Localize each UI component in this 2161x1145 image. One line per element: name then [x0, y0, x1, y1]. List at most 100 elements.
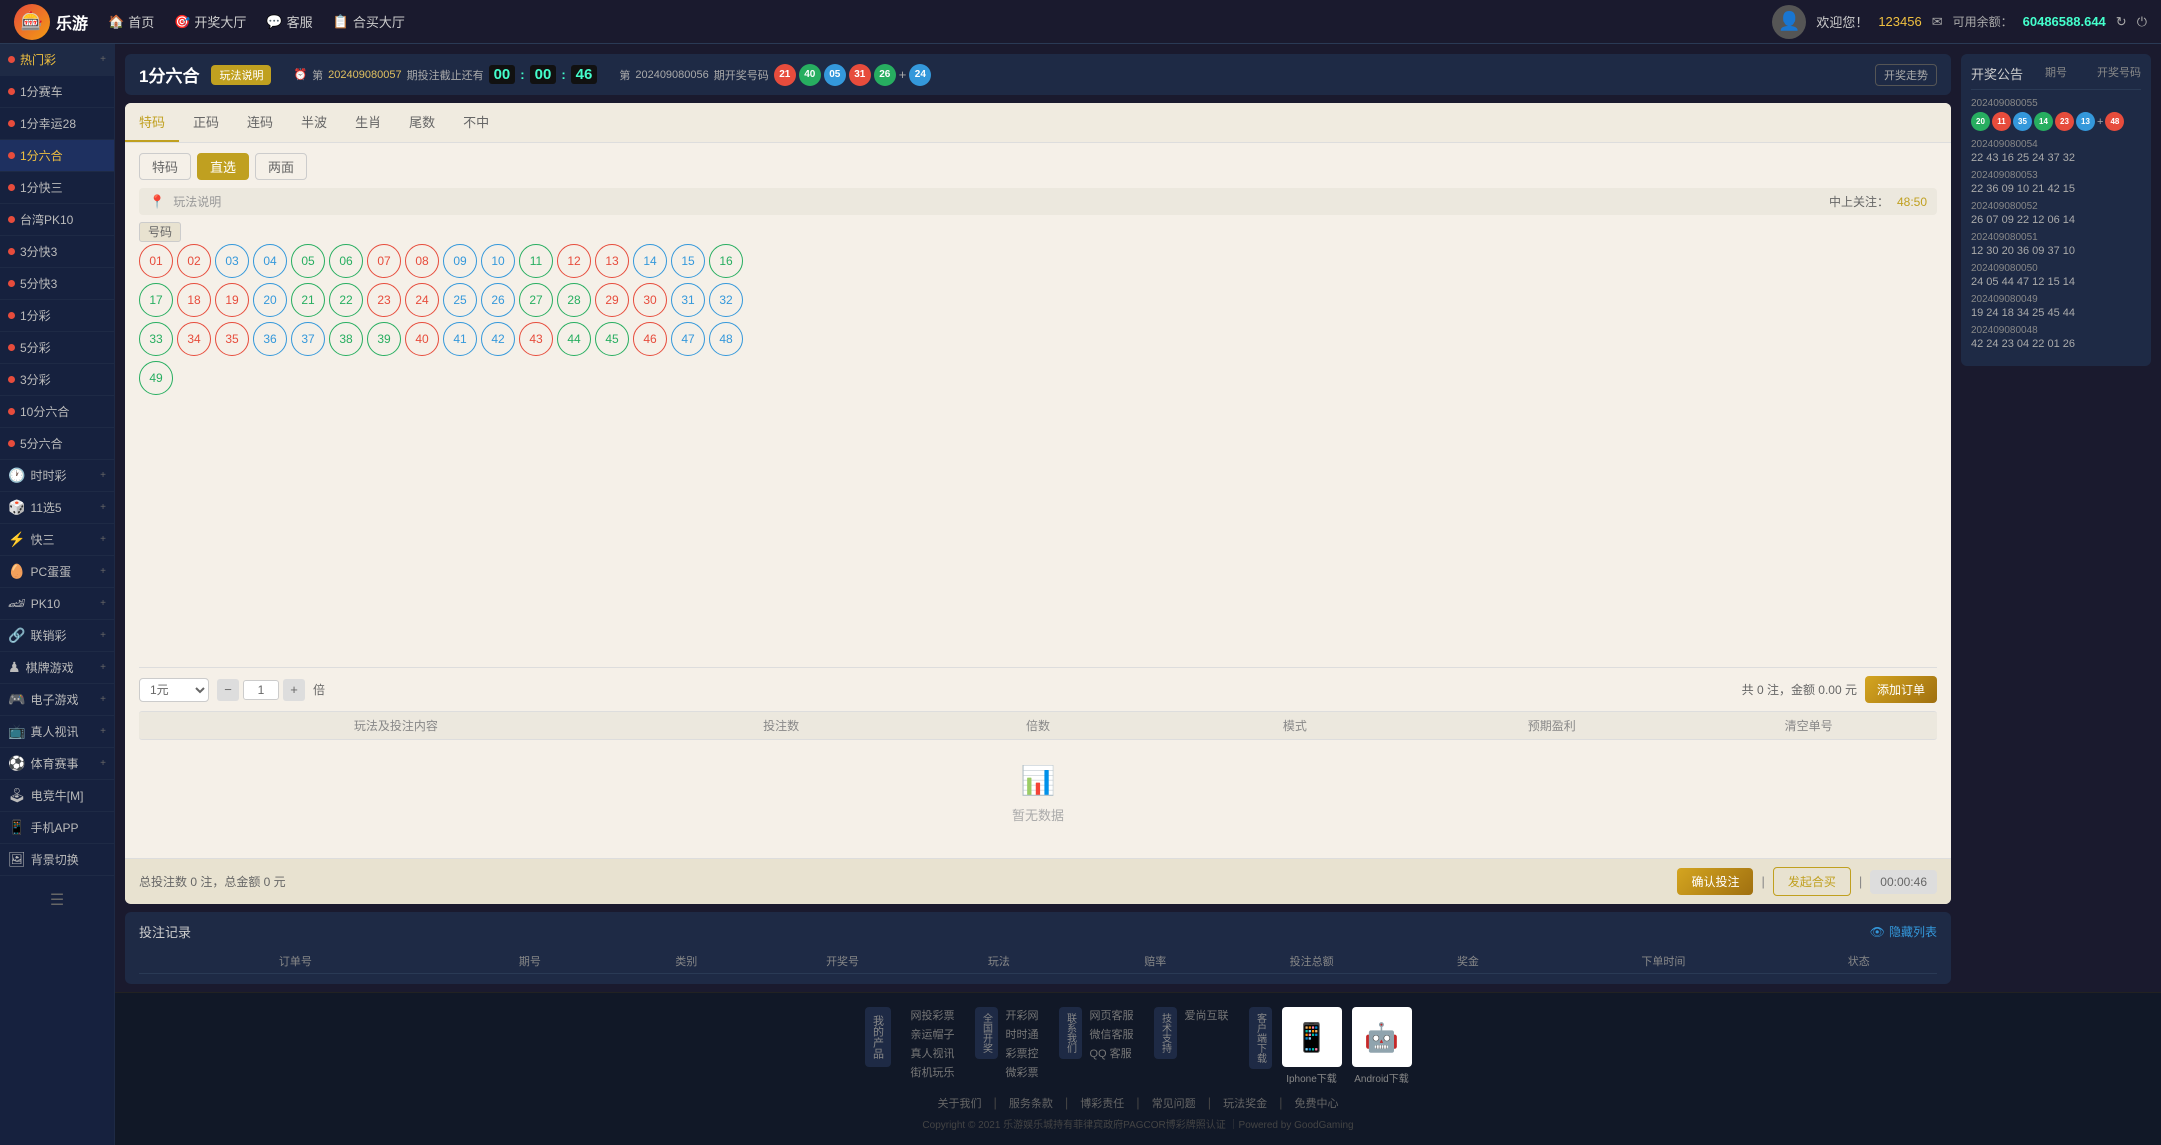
logo[interactable]: 🎰 乐游	[14, 4, 88, 40]
num-17[interactable]: 17	[139, 283, 173, 317]
num-08[interactable]: 08	[405, 244, 439, 278]
num-03[interactable]: 03	[215, 244, 249, 278]
sidebar-item-esports[interactable]: 🕹 电竞牛[M]	[0, 780, 114, 812]
nav-combine[interactable]: 📋 合买大厅	[333, 12, 405, 31]
tab-buzhong[interactable]: 不中	[449, 103, 503, 142]
sidebar-item-10min-liuhe[interactable]: 10分六合	[0, 396, 114, 428]
num-22[interactable]: 22	[329, 283, 363, 317]
trend-button[interactable]: 开奖走势	[1875, 64, 1937, 86]
sidebar-item-hot[interactable]: 热门彩 +	[0, 44, 114, 76]
footer-link-free[interactable]: 免费中心	[1294, 1095, 1338, 1111]
num-35[interactable]: 35	[215, 322, 249, 356]
num-41[interactable]: 41	[443, 322, 477, 356]
sidebar-item-1min-fast3[interactable]: 1分快三	[0, 172, 114, 204]
num-06[interactable]: 06	[329, 244, 363, 278]
sidebar-item-liansale[interactable]: 🔗 联销彩 +	[0, 620, 114, 652]
num-20[interactable]: 20	[253, 283, 287, 317]
num-25[interactable]: 25	[443, 283, 477, 317]
sidebar-item-5min-cai[interactable]: 5分彩	[0, 332, 114, 364]
sidebar-item-sports[interactable]: ⚽ 体育赛事 +	[0, 748, 114, 780]
sidebar-item-tw-pk10[interactable]: 台湾PK10	[0, 204, 114, 236]
num-13[interactable]: 13	[595, 244, 629, 278]
launch-combine-button[interactable]: 发起合买	[1773, 867, 1851, 896]
sidebar-item-shishi[interactable]: 🕐 时时彩 +	[0, 460, 114, 492]
sidebar-item-pc-egg[interactable]: 🥚 PC蛋蛋 +	[0, 556, 114, 588]
qty-increase[interactable]: +	[283, 679, 305, 701]
num-10[interactable]: 10	[481, 244, 515, 278]
num-32[interactable]: 32	[709, 283, 743, 317]
tab-zhengma[interactable]: 正码	[179, 103, 233, 142]
footer-link-about[interactable]: 关于我们	[938, 1095, 982, 1111]
sidebar-item-3min-cai[interactable]: 3分彩	[0, 364, 114, 396]
tab-banbo[interactable]: 半波	[287, 103, 341, 142]
sidebar-item-esports-game[interactable]: 🎮 电子游戏 +	[0, 684, 114, 716]
num-31[interactable]: 31	[671, 283, 705, 317]
sidebar-collapse-btn[interactable]: ☰	[0, 880, 114, 920]
num-40[interactable]: 40	[405, 322, 439, 356]
footer-link-terms[interactable]: 服务条款	[1009, 1095, 1053, 1111]
qty-input[interactable]	[243, 680, 279, 700]
refresh-icon[interactable]: ↻	[2116, 14, 2127, 30]
num-39[interactable]: 39	[367, 322, 401, 356]
sidebar-item-1min-cai[interactable]: 1分彩	[0, 300, 114, 332]
num-19[interactable]: 19	[215, 283, 249, 317]
qty-decrease[interactable]: −	[217, 679, 239, 701]
num-21[interactable]: 21	[291, 283, 325, 317]
num-47[interactable]: 47	[671, 322, 705, 356]
num-27[interactable]: 27	[519, 283, 553, 317]
num-49[interactable]: 49	[139, 361, 173, 395]
num-09[interactable]: 09	[443, 244, 477, 278]
power-icon[interactable]: ⏻	[2137, 14, 2147, 30]
num-05[interactable]: 05	[291, 244, 325, 278]
num-38[interactable]: 38	[329, 322, 363, 356]
nav-lottery[interactable]: 🎯 开奖大厅	[174, 12, 246, 31]
num-15[interactable]: 15	[671, 244, 705, 278]
footer-link-betting[interactable]: 博彩责任	[1080, 1095, 1124, 1111]
unit-select[interactable]: 1元 0.1元 0.01元	[139, 678, 209, 702]
confirm-bet-button[interactable]: 确认投注	[1677, 868, 1753, 895]
num-46[interactable]: 46	[633, 322, 667, 356]
num-29[interactable]: 29	[595, 283, 629, 317]
mail-icon[interactable]: ✉	[1932, 14, 1943, 30]
num-30[interactable]: 30	[633, 283, 667, 317]
subtab-twoside[interactable]: 两面	[255, 153, 307, 180]
tab-lianma[interactable]: 连码	[233, 103, 287, 142]
rules-button[interactable]: 玩法说明	[211, 65, 271, 85]
footer-timer-button[interactable]: 00:00:46	[1870, 870, 1937, 894]
sidebar-item-lucky28[interactable]: 1分幸运28	[0, 108, 114, 140]
num-44[interactable]: 44	[557, 322, 591, 356]
num-07[interactable]: 07	[367, 244, 401, 278]
sidebar-item-3min-fast3[interactable]: 3分快3	[0, 236, 114, 268]
num-43[interactable]: 43	[519, 322, 553, 356]
sidebar-item-pk10[interactable]: 🏎 PK10 +	[0, 588, 114, 620]
sidebar-item-11x5[interactable]: 🎲 11选5 +	[0, 492, 114, 524]
tab-weishu[interactable]: 尾数	[395, 103, 449, 142]
sidebar-item-live[interactable]: 📺 真人视讯 +	[0, 716, 114, 748]
nav-service[interactable]: 💬 客服	[266, 12, 312, 31]
num-12[interactable]: 12	[557, 244, 591, 278]
num-48[interactable]: 48	[709, 322, 743, 356]
num-42[interactable]: 42	[481, 322, 515, 356]
tab-tecode[interactable]: 特码	[125, 103, 179, 142]
num-26[interactable]: 26	[481, 283, 515, 317]
sidebar-item-fast3[interactable]: ⚡ 快三 +	[0, 524, 114, 556]
num-34[interactable]: 34	[177, 322, 211, 356]
sidebar-item-1min-race[interactable]: 1分赛车	[0, 76, 114, 108]
footer-link-faq[interactable]: 常见问题	[1152, 1095, 1196, 1111]
num-45[interactable]: 45	[595, 322, 629, 356]
num-37[interactable]: 37	[291, 322, 325, 356]
num-24[interactable]: 24	[405, 283, 439, 317]
num-04[interactable]: 04	[253, 244, 287, 278]
add-order-button[interactable]: 添加订单	[1865, 676, 1937, 703]
sidebar-item-bg[interactable]: 🖼 背景切换	[0, 844, 114, 876]
num-01[interactable]: 01	[139, 244, 173, 278]
footer-link-prize[interactable]: 玩法奖金	[1223, 1095, 1267, 1111]
sidebar-item-chess[interactable]: ♟ 棋牌游戏 +	[0, 652, 114, 684]
num-14[interactable]: 14	[633, 244, 667, 278]
sidebar-item-5min-fast3[interactable]: 5分快3	[0, 268, 114, 300]
subtab-direct[interactable]: 直选	[197, 153, 249, 180]
hide-list-button[interactable]: 👁 隐藏列表	[1870, 923, 1937, 940]
subtab-tecode[interactable]: 特码	[139, 153, 191, 180]
num-36[interactable]: 36	[253, 322, 287, 356]
sidebar-item-5min-liuhe[interactable]: 5分六合	[0, 428, 114, 460]
